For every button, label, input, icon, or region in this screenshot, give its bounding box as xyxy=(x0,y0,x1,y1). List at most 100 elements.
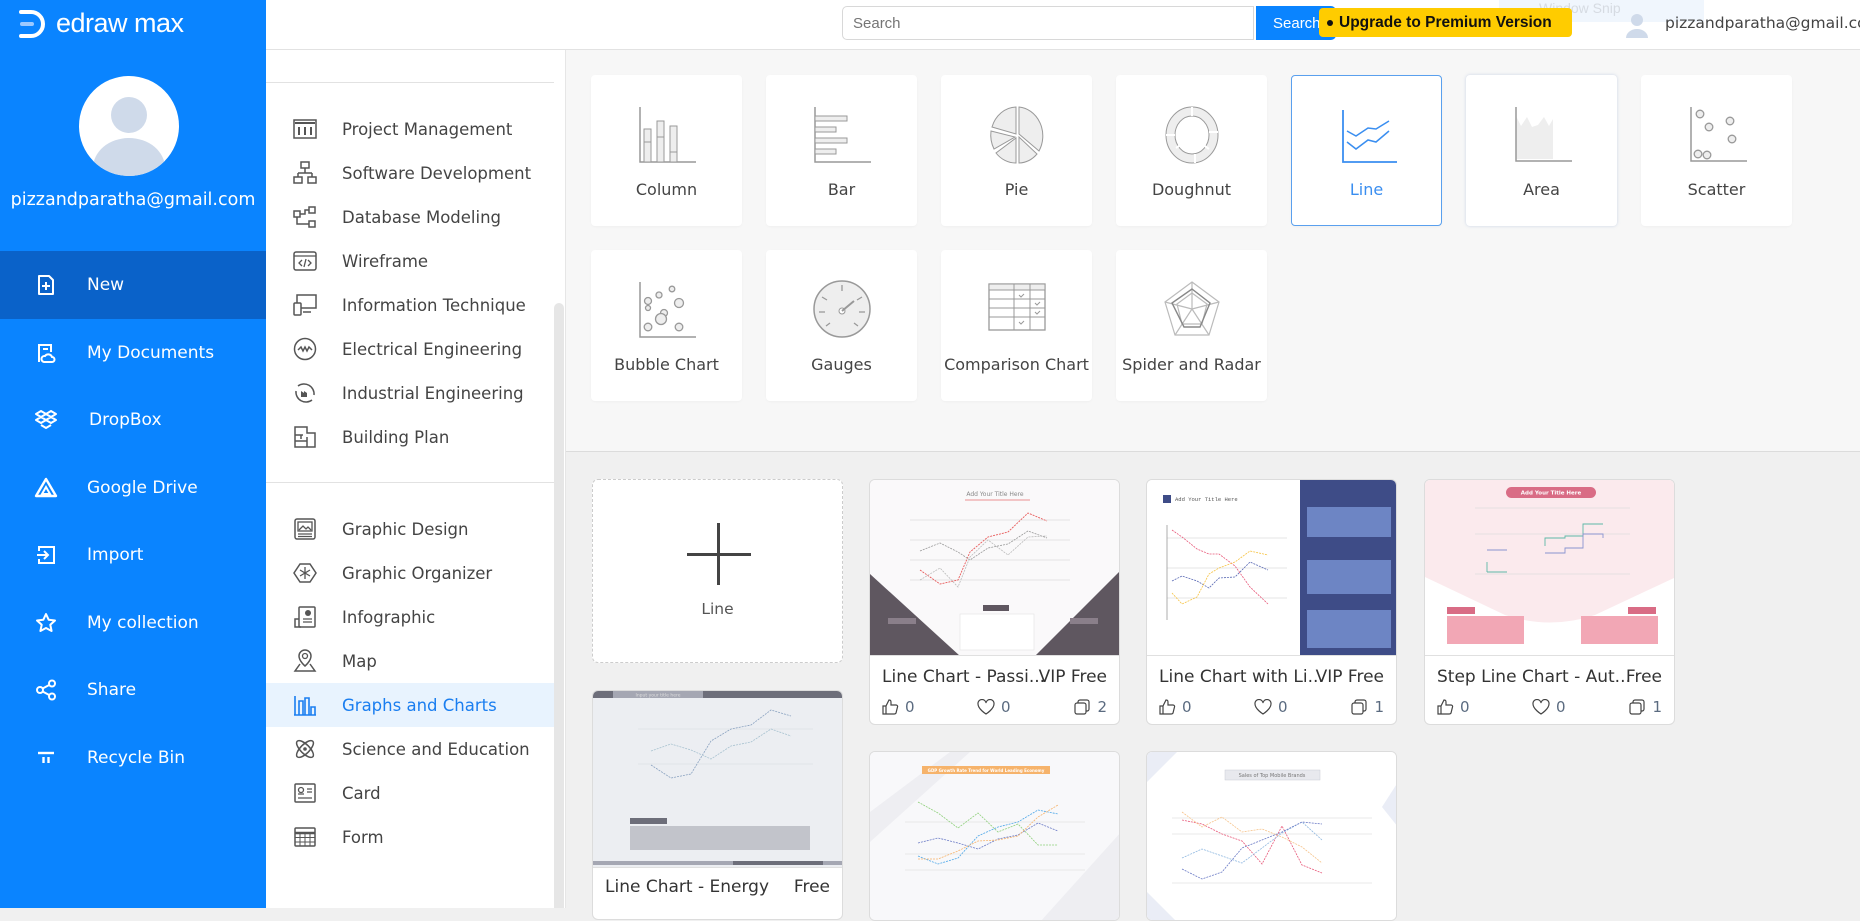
chart-type-line[interactable]: Line xyxy=(1291,75,1442,226)
favorite-count: 0 xyxy=(1001,698,1011,716)
search-input[interactable] xyxy=(842,6,1254,40)
atom-icon xyxy=(292,736,318,762)
chart-type-spider-radar[interactable]: Spider and Radar xyxy=(1116,250,1267,401)
duplicate-button[interactable]: 2 xyxy=(1074,698,1107,716)
software-development-icon xyxy=(292,160,318,186)
copy-icon xyxy=(1629,699,1646,715)
chart-type-label: Gauges xyxy=(811,355,872,374)
category-database-modeling[interactable]: Database Modeling xyxy=(266,195,554,239)
like-button[interactable]: 0 xyxy=(1159,698,1192,716)
like-count: 0 xyxy=(905,698,915,716)
sidebar-item-google-drive[interactable]: Google Drive xyxy=(0,454,266,522)
category-map[interactable]: Map xyxy=(266,639,554,683)
favorite-button[interactable]: 0 xyxy=(1254,698,1288,716)
category-graphic-organizer[interactable]: Graphic Organizer xyxy=(266,551,554,595)
app-logo[interactable]: edraw max xyxy=(18,8,184,39)
like-button[interactable]: 0 xyxy=(882,698,915,716)
thumb-title: Sales of Top Mobile Brands xyxy=(1239,773,1306,779)
sidebar-item-label: Share xyxy=(87,680,137,700)
brand-name: edraw max xyxy=(56,8,184,38)
category-science-and-education[interactable]: Science and Education xyxy=(266,727,554,771)
chart-type-pie[interactable]: Pie xyxy=(941,75,1092,226)
dropbox-icon xyxy=(34,408,58,432)
thumb-title: Input your title here xyxy=(636,693,681,699)
favorite-button[interactable]: 0 xyxy=(1532,698,1566,716)
graphic-organizer-icon xyxy=(292,560,318,586)
google-drive-icon xyxy=(34,476,58,500)
category-panel: Project Management Software Development … xyxy=(266,50,566,908)
chart-type-label: Area xyxy=(1523,180,1560,199)
sidebar-item-label: My Documents xyxy=(87,343,215,363)
upgrade-premium-button[interactable]: Upgrade to Premium Version xyxy=(1319,8,1572,37)
category-label: Wireframe xyxy=(342,251,429,271)
category-software-development[interactable]: Software Development xyxy=(266,151,554,195)
template-card[interactable]: GDP Growth Rate Trend for World Leading … xyxy=(869,751,1120,921)
category-information-technique[interactable]: Information Technique xyxy=(266,283,554,327)
chart-type-area[interactable]: Area xyxy=(1466,75,1617,226)
category-card[interactable]: Card xyxy=(266,771,554,815)
category-label: Electrical Engineering xyxy=(342,339,523,359)
template-thumbnail: Add Your Title Here xyxy=(870,480,1119,656)
chart-type-column[interactable]: Column xyxy=(591,75,742,226)
avatar[interactable] xyxy=(79,76,179,176)
template-title: Step Line Chart - Aut... xyxy=(1437,667,1631,687)
chart-type-label: Pie xyxy=(1004,180,1029,199)
top-user-email[interactable]: pizzandparatha@gmail.com xyxy=(1665,14,1860,32)
like-button[interactable]: 0 xyxy=(1437,698,1470,716)
user-email: pizzandparatha@gmail.com xyxy=(10,190,256,210)
template-card[interactable]: Add Your Title Here Line Chart with Li..… xyxy=(1146,479,1397,725)
new-blank-line-chart[interactable]: Line xyxy=(592,479,843,663)
category-infographic[interactable]: Infographic xyxy=(266,595,554,639)
category-label: Infographic xyxy=(342,607,436,627)
category-wireframe[interactable]: Wireframe xyxy=(266,239,554,283)
category-form[interactable]: Form xyxy=(266,815,554,859)
chart-type-bar[interactable]: Bar xyxy=(766,75,917,226)
chart-type-bubble[interactable]: Bubble Chart xyxy=(591,250,742,401)
sidebar-item-new[interactable]: New xyxy=(0,251,266,319)
sidebar-item-share[interactable]: Share xyxy=(0,656,266,724)
favorite-count: 0 xyxy=(1556,698,1566,716)
category-scrollbar[interactable] xyxy=(554,303,564,908)
category-label: Database Modeling xyxy=(342,207,502,227)
sidebar-item-import[interactable]: Import xyxy=(0,521,266,589)
category-electrical-engineering[interactable]: Electrical Engineering xyxy=(266,327,554,371)
chart-type-scatter[interactable]: Scatter xyxy=(1641,75,1792,226)
chart-type-label: Scatter xyxy=(1687,180,1746,199)
copy-count: 1 xyxy=(1652,698,1662,716)
sidebar-item-dropbox[interactable]: DropBox xyxy=(0,386,266,454)
user-icon[interactable] xyxy=(1624,12,1650,38)
template-thumbnail: GDP Growth Rate Trend for World Leading … xyxy=(870,752,1119,920)
category-industrial-engineering[interactable]: Industrial Engineering xyxy=(266,371,554,415)
category-building-plan[interactable]: Building Plan xyxy=(266,415,554,459)
category-label: Project Management xyxy=(342,119,513,139)
sidebar-item-recycle-bin[interactable]: Recycle Bin xyxy=(0,724,266,792)
template-card[interactable]: Add Your Title Here Step Line Chart - Au… xyxy=(1424,479,1675,725)
duplicate-button[interactable]: 1 xyxy=(1629,698,1662,716)
new-blank-label: Line xyxy=(701,600,734,618)
category-project-management[interactable]: Project Management xyxy=(266,107,554,151)
template-thumbnail: Sales of Top Mobile Brands xyxy=(1147,752,1396,920)
like-count: 0 xyxy=(1182,698,1192,716)
sidebar-item-label: Import xyxy=(87,545,144,565)
template-card[interactable]: Sales of Top Mobile Brands xyxy=(1146,751,1397,921)
template-badge: VIP Free xyxy=(1315,667,1384,687)
template-badge: VIP Free xyxy=(1038,667,1107,687)
template-card[interactable]: Input your title here Line Chart - Energ… xyxy=(592,690,843,920)
chart-type-gauges[interactable]: Gauges xyxy=(766,250,917,401)
copy-count: 1 xyxy=(1374,698,1384,716)
sidebar-item-my-collection[interactable]: My collection xyxy=(0,589,266,657)
duplicate-button[interactable]: 1 xyxy=(1351,698,1384,716)
chart-type-comparison[interactable]: Comparison Chart xyxy=(941,250,1092,401)
bar-chart-icon xyxy=(292,692,318,718)
category-graphs-and-charts[interactable]: Graphs and Charts xyxy=(266,683,554,727)
plus-icon-vertical xyxy=(717,523,720,585)
divider xyxy=(266,82,554,83)
category-graphic-design[interactable]: Graphic Design xyxy=(266,507,554,551)
top-bar: Search Window Snip Upgrade to Premium Ve… xyxy=(266,0,1860,50)
sidebar-item-my-documents[interactable]: My Documents xyxy=(0,319,266,387)
category-label: Industrial Engineering xyxy=(342,383,524,403)
chart-type-doughnut[interactable]: Doughnut xyxy=(1116,75,1267,226)
favorite-button[interactable]: 0 xyxy=(977,698,1011,716)
template-card[interactable]: Add Your Title Here Line Chart - Passi..… xyxy=(869,479,1120,725)
template-thumbnail: Add Your Title Here xyxy=(1425,480,1674,656)
